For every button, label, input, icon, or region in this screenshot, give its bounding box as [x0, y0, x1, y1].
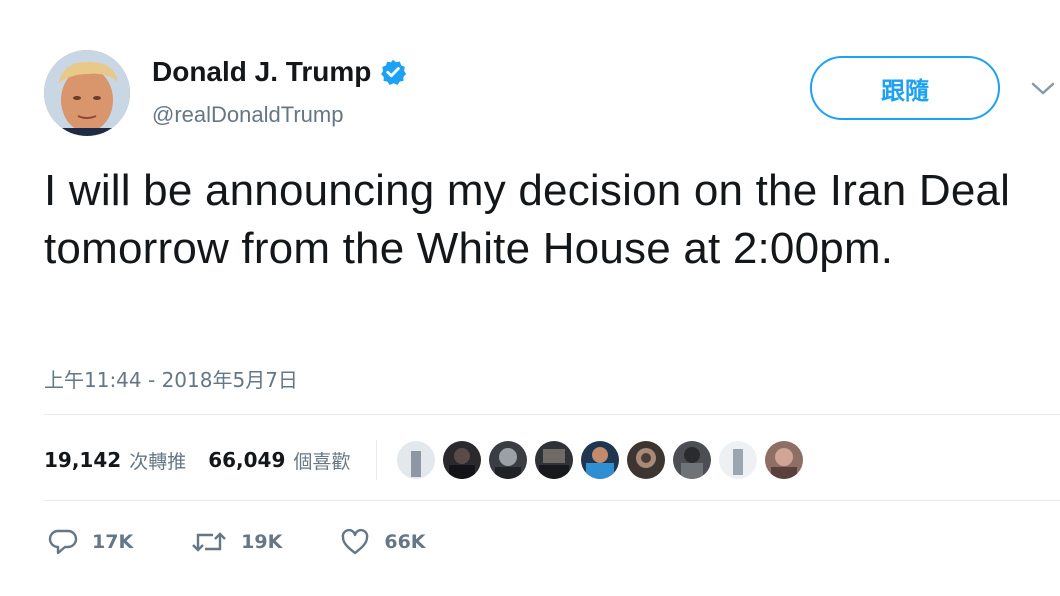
like-button[interactable]: 66K [340, 528, 426, 556]
liker-avatar[interactable] [581, 441, 620, 479]
divider [44, 414, 1060, 415]
retweets-count[interactable]: 19,142 [44, 448, 121, 472]
liker-avatar[interactable] [627, 441, 666, 479]
liker-avatar[interactable] [535, 441, 574, 479]
liker-avatar[interactable] [443, 441, 482, 479]
liker-avatar[interactable] [489, 441, 528, 479]
liker-avatar[interactable] [765, 441, 804, 479]
tweet-actions: 17K 19K 66K [48, 528, 484, 556]
chevron-down-icon[interactable] [1030, 80, 1056, 98]
stats-separator [376, 440, 378, 480]
tweet-text: I will be announcing my decision on the … [44, 166, 1011, 273]
tweet-stats: 19,142 次轉推 66,049 個喜歡 [44, 440, 804, 480]
author-display-name[interactable]: Donald J. Trump [152, 56, 371, 88]
retweet-button[interactable]: 19K [191, 528, 282, 556]
author-avatar[interactable] [44, 50, 130, 136]
like-count: 66K [384, 531, 426, 553]
tweet-timestamp[interactable]: 上午11:44 - 2018年5月7日 [44, 364, 298, 393]
likes-count[interactable]: 66,049 [208, 448, 285, 472]
verified-icon [379, 58, 407, 86]
author-handle[interactable]: @realDonaldTrump [152, 102, 343, 128]
liker-avatar[interactable] [397, 441, 436, 479]
retweets-label[interactable]: 次轉推 [129, 447, 186, 474]
reply-button[interactable]: 17K [48, 528, 133, 556]
retweet-icon [191, 528, 227, 556]
heart-icon [340, 528, 370, 556]
reply-count: 17K [92, 531, 134, 553]
divider [44, 500, 1060, 501]
liker-avatar[interactable] [673, 441, 712, 479]
follow-button[interactable]: 跟隨 [810, 56, 1000, 120]
author-name-row: Donald J. Trump [152, 56, 407, 88]
likes-label[interactable]: 個喜歡 [293, 447, 350, 474]
retweet-count: 19K [241, 531, 283, 553]
liker-avatar[interactable] [719, 441, 758, 479]
reply-icon [48, 528, 78, 556]
likers-avatars [397, 441, 804, 479]
